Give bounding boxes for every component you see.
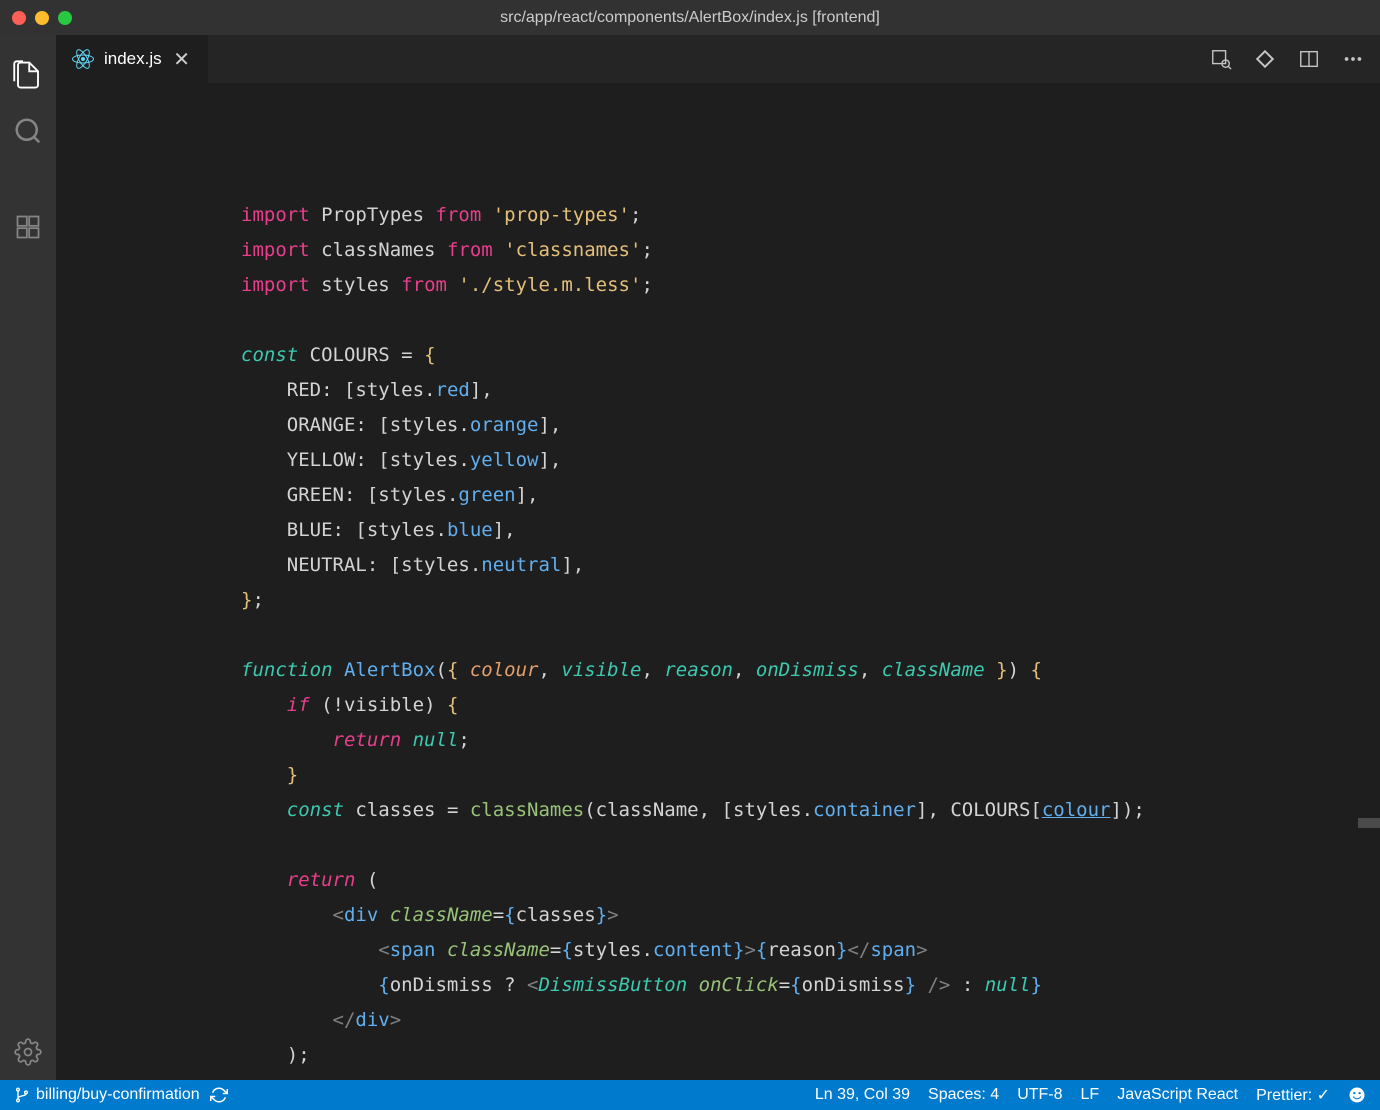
code-line[interactable]: import classNames from 'classnames'; [86,233,1380,268]
tab-bar: index.js ✕ [56,35,1380,83]
find-in-file-icon[interactable] [1210,48,1232,70]
indentation[interactable]: Spaces: 4 [928,1086,999,1104]
code-line[interactable]: }; [86,583,1380,618]
language-mode[interactable]: JavaScript React [1117,1086,1238,1104]
window-minimize-button[interactable] [35,11,49,25]
split-editor-icon[interactable] [1298,48,1320,70]
search-icon[interactable] [0,103,56,159]
settings-icon[interactable] [0,1024,56,1080]
code-line[interactable]: return null; [86,723,1380,758]
window-controls [12,11,72,25]
code-line[interactable] [86,618,1380,653]
code-line[interactable]: } [86,1073,1380,1080]
code-line[interactable]: GREEN: [styles.green], [86,478,1380,513]
code-line[interactable] [86,303,1380,338]
source-control-icon[interactable] [1254,48,1276,70]
code-line[interactable]: ); [86,1038,1380,1073]
branch-name: billing/buy-confirmation [36,1086,200,1104]
explorer-icon[interactable] [0,47,56,103]
git-branch[interactable]: billing/buy-confirmation [14,1086,200,1104]
editor-area: index.js ✕ import PropTypes from [56,35,1380,1080]
code-line[interactable]: import PropTypes from 'prop-types'; [86,198,1380,233]
code-editor[interactable]: import PropTypes from 'prop-types';impor… [56,83,1380,1080]
status-bar: billing/buy-confirmation Ln 39, Col 39 S… [0,1080,1380,1110]
code-line[interactable]: NEUTRAL: [styles.neutral], [86,548,1380,583]
cursor-position[interactable]: Ln 39, Col 39 [815,1086,910,1104]
sync-icon[interactable] [210,1086,228,1104]
encoding[interactable]: UTF-8 [1017,1086,1062,1104]
tab-index-js[interactable]: index.js ✕ [56,35,208,83]
code-line[interactable]: const classes = classNames(className, [s… [86,793,1380,828]
window-title: src/app/react/components/AlertBox/index.… [12,9,1368,27]
tab-label: index.js [104,49,162,69]
code-line[interactable]: ORANGE: [styles.orange], [86,408,1380,443]
code-line[interactable]: RED: [styles.red], [86,373,1380,408]
code-line[interactable]: </div> [86,1003,1380,1038]
code-line[interactable]: {onDismiss ? <DismissButton onClick={onD… [86,968,1380,1003]
more-actions-icon[interactable] [1342,48,1364,70]
feedback-icon[interactable] [1348,1086,1366,1104]
minimap-slider[interactable] [1358,818,1380,828]
main-area: index.js ✕ import PropTypes from [0,35,1380,1080]
window-maximize-button[interactable] [58,11,72,25]
code-line[interactable]: import styles from './style.m.less'; [86,268,1380,303]
code-line[interactable]: } [86,758,1380,793]
code-line[interactable] [86,828,1380,863]
window-close-button[interactable] [12,11,26,25]
code-line[interactable]: const COLOURS = { [86,338,1380,373]
code-line[interactable]: YELLOW: [styles.yellow], [86,443,1380,478]
react-icon [72,48,94,70]
code-line[interactable]: <span className={styles.content}>{reason… [86,933,1380,968]
titlebar: src/app/react/components/AlertBox/index.… [0,0,1380,35]
code-line[interactable]: BLUE: [styles.blue], [86,513,1380,548]
code-line[interactable]: if (!visible) { [86,688,1380,723]
prettier-status[interactable]: Prettier: ✓ [1256,1085,1330,1105]
activity-bar [0,35,56,1080]
extensions-icon[interactable] [0,199,56,255]
eol[interactable]: LF [1081,1086,1100,1104]
code-line[interactable]: <div className={classes}> [86,898,1380,933]
tab-close-icon[interactable]: ✕ [172,47,192,72]
code-line[interactable]: function AlertBox({ colour, visible, rea… [86,653,1380,688]
code-line[interactable]: return ( [86,863,1380,898]
